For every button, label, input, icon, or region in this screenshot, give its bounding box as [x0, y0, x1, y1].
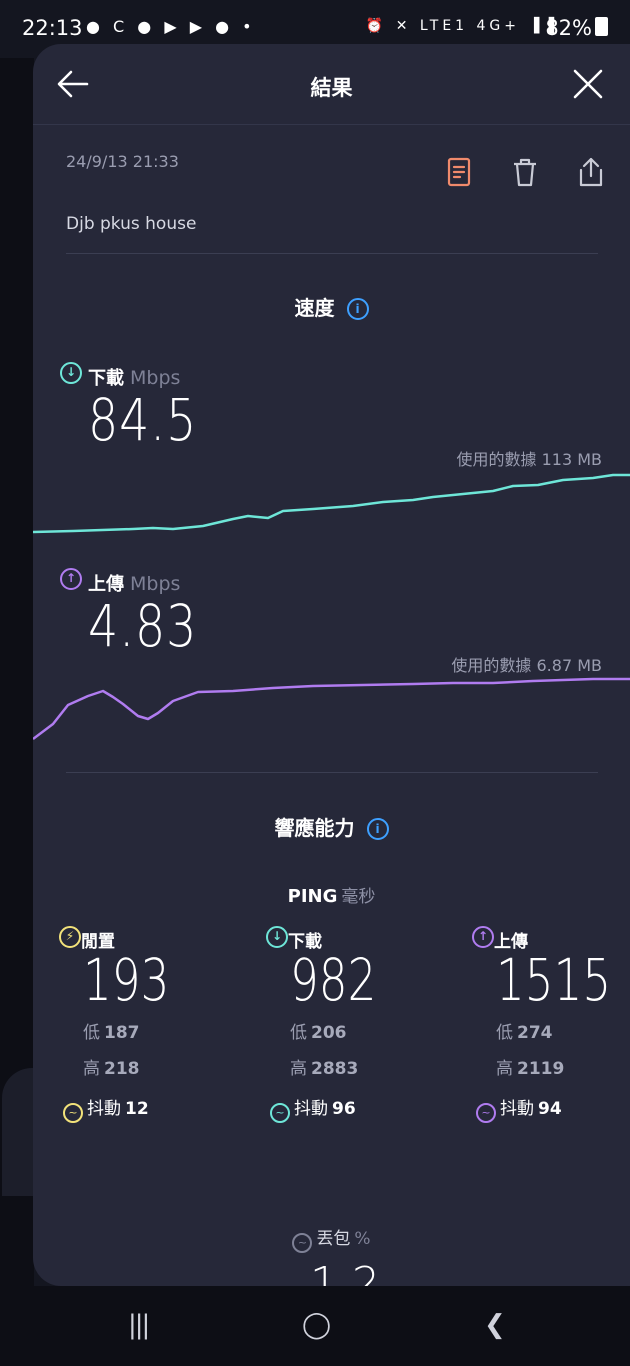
high-label: 高 [83, 1059, 100, 1079]
document-icon[interactable] [443, 156, 475, 188]
jitter-label: 抖動 [87, 1099, 121, 1119]
download-speed-graph [33, 473, 630, 534]
page-title: 結果 [310, 76, 353, 100]
packet-loss-label: ~ 丟包% [33, 1224, 630, 1253]
ping-idle-high: 高 218 [83, 1054, 140, 1079]
upload-icon: ↑ [472, 926, 494, 948]
ping-upload-jitter: ~ 抖動 94 [476, 1094, 562, 1123]
packet-loss-unit: % [354, 1229, 371, 1249]
divider [66, 772, 598, 773]
info-icon[interactable]: i [346, 298, 369, 320]
jitter-icon: ~ [270, 1103, 290, 1123]
ping-unit: 毫秒 [341, 887, 376, 907]
download-icon: ↓ [60, 362, 82, 384]
notification-icons: ● C ● ▶ ▶ ● • [86, 17, 256, 36]
low-label: 低 [290, 1023, 307, 1043]
jitter-label: 抖動 [500, 1099, 534, 1119]
ping-download-jitter: ~ 抖動 96 [270, 1094, 356, 1123]
upload-data-used: 使用的數據 6.87 MB [451, 656, 602, 675]
results-sheet: 結果 24/9/13 21:33 Djb pkus house 速度 i ↓ 下載… [33, 44, 630, 1286]
server-name: Djb pkus house [66, 214, 197, 234]
speed-section-title: 速度 i [33, 292, 630, 321]
share-icon[interactable] [575, 156, 607, 188]
ping-upload-value: 1515 [496, 946, 612, 1014]
recent-apps-button[interactable]: ||| [128, 1310, 150, 1340]
responsiveness-section-title: 響應能力 i [33, 812, 630, 841]
system-icons: ⏰ ✕ LTE1 4G+ ▐▐ [365, 18, 558, 34]
battery-icon [595, 17, 608, 36]
high-value: 218 [104, 1059, 140, 1079]
packet-loss-icon: ~ [292, 1233, 313, 1253]
ping-idle-jitter: ~ 抖動 12 [63, 1094, 149, 1123]
ping-idle-low: 低 187 [83, 1018, 140, 1043]
ping-upload-high: 高 2119 [496, 1054, 564, 1079]
test-date: 24/9/13 21:33 [66, 152, 179, 171]
download-icon: ↓ [266, 926, 288, 948]
battery-level: 82% [545, 16, 592, 40]
packet-loss-value: 1.2 [310, 1258, 380, 1286]
high-value: 2883 [311, 1059, 359, 1079]
status-time: 22:13 [22, 16, 83, 40]
high-label: 高 [290, 1059, 307, 1079]
home-button[interactable]: ◯ [302, 1310, 331, 1340]
battery-indicator: 82% [545, 16, 608, 40]
ping-download-low: 低 206 [290, 1018, 347, 1043]
ping-idle-value: 193 [83, 946, 170, 1014]
download-speed-value: 84.5 [88, 386, 198, 454]
divider [66, 253, 598, 254]
jitter-value: 96 [332, 1099, 356, 1119]
jitter-label: 抖動 [294, 1099, 328, 1119]
ping-upload-low: 低 274 [496, 1018, 553, 1043]
speed-title: 速度 [294, 296, 335, 320]
back-button[interactable]: ❮ [484, 1310, 506, 1340]
low-value: 274 [517, 1023, 553, 1043]
jitter-value: 94 [538, 1099, 562, 1119]
ping-title: PING 毫秒 [33, 882, 630, 907]
ping-label: PING [287, 886, 338, 907]
jitter-value: 12 [125, 1099, 149, 1119]
packet-loss-text: 丟包 [316, 1229, 351, 1249]
jitter-icon: ~ [476, 1103, 496, 1123]
trash-icon[interactable] [509, 156, 541, 188]
idle-icon: ⚡ [59, 926, 81, 948]
ping-download-value: 982 [290, 946, 377, 1014]
upload-icon: ↑ [60, 568, 82, 590]
sheet-header: 結果 [33, 44, 630, 125]
upload-speed-value: 4.83 [88, 592, 198, 660]
high-label: 高 [496, 1059, 513, 1079]
high-value: 2119 [517, 1059, 565, 1079]
low-label: 低 [496, 1023, 513, 1043]
navigation-bar: ||| ◯ ❮ [0, 1286, 630, 1366]
info-icon[interactable]: i [366, 818, 389, 840]
close-icon[interactable] [570, 66, 606, 102]
low-value: 187 [104, 1023, 140, 1043]
responsiveness-title: 響應能力 [274, 816, 355, 840]
upload-speed-graph [33, 677, 630, 740]
low-label: 低 [83, 1023, 100, 1043]
ping-download-high: 高 2883 [290, 1054, 358, 1079]
jitter-icon: ~ [63, 1103, 83, 1123]
low-value: 206 [311, 1023, 347, 1043]
